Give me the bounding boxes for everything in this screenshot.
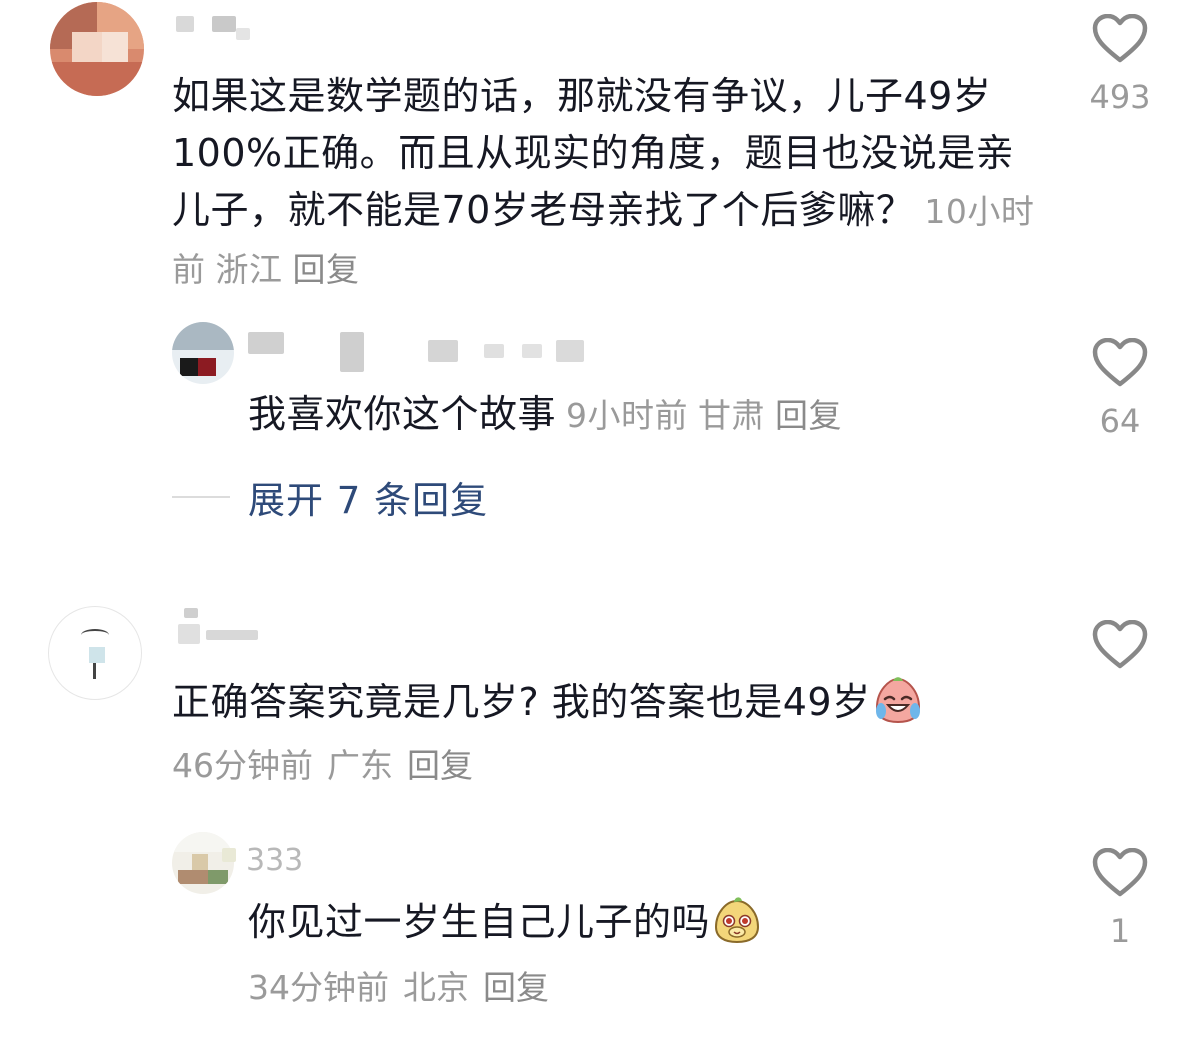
expand-replies-button[interactable]: 展开 7 条回复 xyxy=(172,474,488,522)
crying-laughing-emoji xyxy=(875,677,920,724)
mosaic-block xyxy=(198,358,216,376)
heart-icon xyxy=(1092,620,1148,669)
avatar[interactable] xyxy=(172,322,234,384)
comment-text: 正确答案究竟是几岁? 我的答案也是49岁 xyxy=(172,674,1052,731)
reply-text: 你见过一岁生自己儿子的吗 xyxy=(248,894,1048,951)
reply-body: 我喜欢你这个故事 xyxy=(248,392,557,436)
expand-replies-label: 展开 7 条回复 xyxy=(248,479,489,522)
comment-meta: 46分钟前 广东 回复 xyxy=(172,746,487,786)
mosaic-block xyxy=(172,322,234,350)
reply-time: 9小时前 xyxy=(566,396,689,435)
comment-time: 46分钟前 xyxy=(172,746,313,785)
mosaic-block xyxy=(50,62,144,96)
comment-body: 正确答案究竟是几岁? 我的答案也是49岁 xyxy=(172,680,871,724)
reply-time: 34分钟前 xyxy=(248,968,389,1007)
mosaic-block xyxy=(89,647,105,663)
reply-location: 甘肃 xyxy=(698,396,766,435)
heart-icon xyxy=(1092,14,1148,63)
comment-text: 如果这是数学题的话，那就没有争议，儿子49岁100%正确。而且从现实的角度，题目… xyxy=(172,68,1052,298)
username-tail: 333 xyxy=(246,843,304,878)
divider xyxy=(172,496,230,498)
username-blurred[interactable] xyxy=(248,326,588,372)
comment-body: 如果这是数学题的话，那就没有争议，儿子49岁100%正确。而且从现实的角度，题目… xyxy=(172,74,1015,232)
reply-button[interactable]: 回复 xyxy=(483,968,549,1007)
reply-text: 我喜欢你这个故事 9小时前 甘肃 回复 xyxy=(248,386,1068,444)
username-blurred[interactable] xyxy=(176,606,266,646)
heart-icon xyxy=(1092,848,1148,897)
mosaic-block xyxy=(192,854,208,870)
like-button[interactable] xyxy=(1080,620,1160,684)
reply-button[interactable]: 回复 xyxy=(407,746,473,785)
username-blurred[interactable] xyxy=(176,2,276,42)
like-button[interactable]: 1 xyxy=(1080,848,1160,950)
mosaic-block xyxy=(81,629,109,641)
comment-location: 广东 xyxy=(327,746,393,785)
reply-meta: 34分钟前 北京 回复 xyxy=(248,968,563,1008)
mosaic-block xyxy=(93,663,96,679)
like-button[interactable]: 493 xyxy=(1080,14,1160,116)
like-button[interactable]: 64 xyxy=(1080,338,1160,440)
username[interactable]: 333 xyxy=(222,842,332,882)
like-count: 493 xyxy=(1089,78,1151,116)
mosaic-block xyxy=(72,32,102,62)
reply-body: 你见过一岁生自己儿子的吗 xyxy=(248,900,711,944)
heart-icon xyxy=(1092,338,1148,387)
reply-button[interactable]: 回复 xyxy=(775,396,842,435)
mosaic-block xyxy=(180,358,198,376)
reply-button[interactable]: 回复 xyxy=(293,250,360,289)
reply-location: 北京 xyxy=(403,968,469,1007)
like-count: 1 xyxy=(1109,912,1131,950)
avatar[interactable] xyxy=(50,2,144,96)
avatar[interactable] xyxy=(48,606,142,700)
comment-location: 浙江 xyxy=(215,250,283,289)
mosaic-block xyxy=(102,32,128,62)
like-count: 64 xyxy=(1099,402,1141,440)
smirk-emoji xyxy=(715,897,760,944)
